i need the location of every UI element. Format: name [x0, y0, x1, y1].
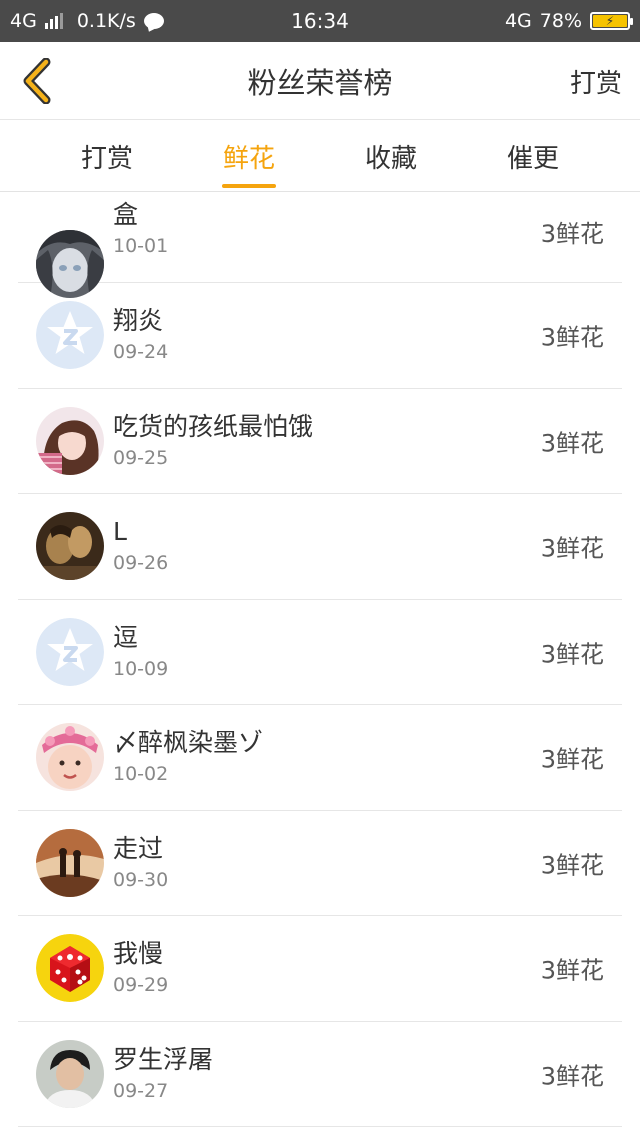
- flower-count: 3鲜花: [540, 640, 604, 669]
- tab-reward[interactable]: 打赏: [36, 120, 178, 192]
- user-name: 吃货的孩纸最怕饿: [113, 411, 314, 441]
- flower-count: 3鲜花: [540, 534, 604, 563]
- user-name: 盒: [113, 200, 139, 229]
- item-date: 09-30: [113, 868, 169, 891]
- user-name: 我慢: [113, 939, 164, 969]
- battery-percent: 78%: [539, 10, 582, 32]
- item-info: 盒 10-01: [113, 198, 168, 260]
- item-date: 09-29: [113, 974, 169, 997]
- user-name: 走过: [113, 833, 164, 863]
- avatar[interactable]: [36, 934, 104, 1003]
- item-info: 〆醉枫染墨ゾ 10-02: [113, 726, 263, 788]
- tab-flowers[interactable]: 鲜花: [178, 120, 320, 192]
- tab-label: 收藏: [364, 143, 417, 174]
- tab-bar: 打赏 鲜花 收藏 催更: [0, 120, 640, 192]
- tab-urge-update[interactable]: 催更: [462, 120, 604, 192]
- boy-photo-avatar-icon: [36, 1039, 104, 1108]
- status-right: 4G 78% ⚡: [504, 0, 633, 42]
- flower-count: 3鲜花: [540, 429, 604, 458]
- list-item[interactable]: 罗生浮屠 09-27 3鲜花: [18, 1022, 622, 1127]
- item-date: 09-27: [113, 1079, 169, 1102]
- item-info: 逗 10-09: [113, 621, 168, 683]
- avatar[interactable]: [36, 406, 104, 475]
- item-date: 09-24: [113, 341, 169, 364]
- list-item[interactable]: 〆醉枫染墨ゾ 10-02 3鲜花: [18, 705, 622, 811]
- tab-label: 打赏: [80, 143, 133, 174]
- girl-photo-avatar-icon: [36, 406, 104, 475]
- back-button[interactable]: [12, 56, 62, 106]
- avatar[interactable]: [36, 617, 104, 686]
- tab-label: 鲜花: [222, 143, 275, 174]
- avatar[interactable]: [36, 723, 104, 792]
- flower-count: 3鲜花: [540, 323, 604, 352]
- default-qq-avatar-icon: [36, 617, 104, 686]
- item-info: 我慢 09-29: [113, 937, 168, 999]
- list-item[interactable]: 翔炎 09-24 3鲜花: [18, 283, 622, 389]
- chevron-left-icon: [23, 58, 51, 104]
- list-item[interactable]: 逗 10-09 3鲜花: [18, 600, 622, 705]
- battery-icon: ⚡: [590, 12, 633, 30]
- user-name: L: [113, 517, 127, 547]
- list-item[interactable]: 盒 10-01 3鲜花: [18, 192, 622, 298]
- avatar[interactable]: [36, 301, 104, 370]
- list-item[interactable]: 我慢 09-29 3鲜花: [18, 916, 622, 1022]
- status-bar: 4G 0.1K/s 16:34 4G 78% ⚡: [0, 0, 640, 42]
- item-info: 走过 09-30: [113, 832, 168, 894]
- item-info: 翔炎 09-24: [113, 304, 168, 366]
- avatar[interactable]: [36, 1039, 104, 1108]
- item-date: 10-09: [113, 657, 169, 680]
- item-date: 10-02: [113, 763, 169, 786]
- reward-button[interactable]: 打赏: [570, 42, 622, 120]
- flower-count: 3鲜花: [540, 851, 604, 880]
- baby-photo-avatar-icon: [36, 723, 104, 792]
- app-header: 粉丝荣誉榜 打赏: [0, 42, 640, 120]
- flower-count: 3鲜花: [540, 220, 604, 248]
- list-item[interactable]: 走过 09-30 3鲜花: [18, 811, 622, 916]
- flower-count: 3鲜花: [540, 745, 604, 774]
- list-item[interactable]: L 09-26 3鲜花: [18, 494, 622, 600]
- item-date: 09-25: [113, 446, 169, 469]
- sunset-couple-avatar-icon: [36, 828, 104, 897]
- avatar[interactable]: [36, 828, 104, 897]
- red-dice-avatar-icon: [36, 934, 104, 1003]
- avatar[interactable]: [36, 512, 104, 581]
- tab-label: 催更: [506, 143, 559, 174]
- user-name: 逗: [113, 622, 139, 652]
- item-date: 10-01: [113, 235, 169, 257]
- item-info: 吃货的孩纸最怕饿 09-25: [113, 410, 313, 472]
- flower-count: 3鲜花: [540, 956, 604, 985]
- item-info: L 09-26: [113, 515, 168, 577]
- fan-ranking-list: 盒 10-01 3鲜花 翔炎 09-24 3鲜花 吃货的孩纸最怕饿 09-25 …: [18, 192, 622, 1127]
- item-info: 罗生浮屠 09-27: [113, 1043, 213, 1105]
- active-tab-indicator: [222, 184, 276, 188]
- network-indicator-right: 4G: [504, 10, 532, 32]
- page-title: 粉丝荣誉榜: [247, 66, 393, 100]
- user-name: 罗生浮屠: [113, 1044, 214, 1074]
- default-qq-avatar-icon: [36, 301, 104, 370]
- sepia-photo-avatar-icon: [36, 512, 104, 581]
- user-name: 〆醉枫染墨ゾ: [113, 728, 264, 758]
- tab-favorites[interactable]: 收藏: [320, 120, 462, 192]
- flower-count: 3鲜花: [540, 1062, 604, 1091]
- list-item[interactable]: 吃货的孩纸最怕饿 09-25 3鲜花: [18, 389, 622, 494]
- user-name: 翔炎: [113, 306, 164, 336]
- item-date: 09-26: [113, 552, 169, 575]
